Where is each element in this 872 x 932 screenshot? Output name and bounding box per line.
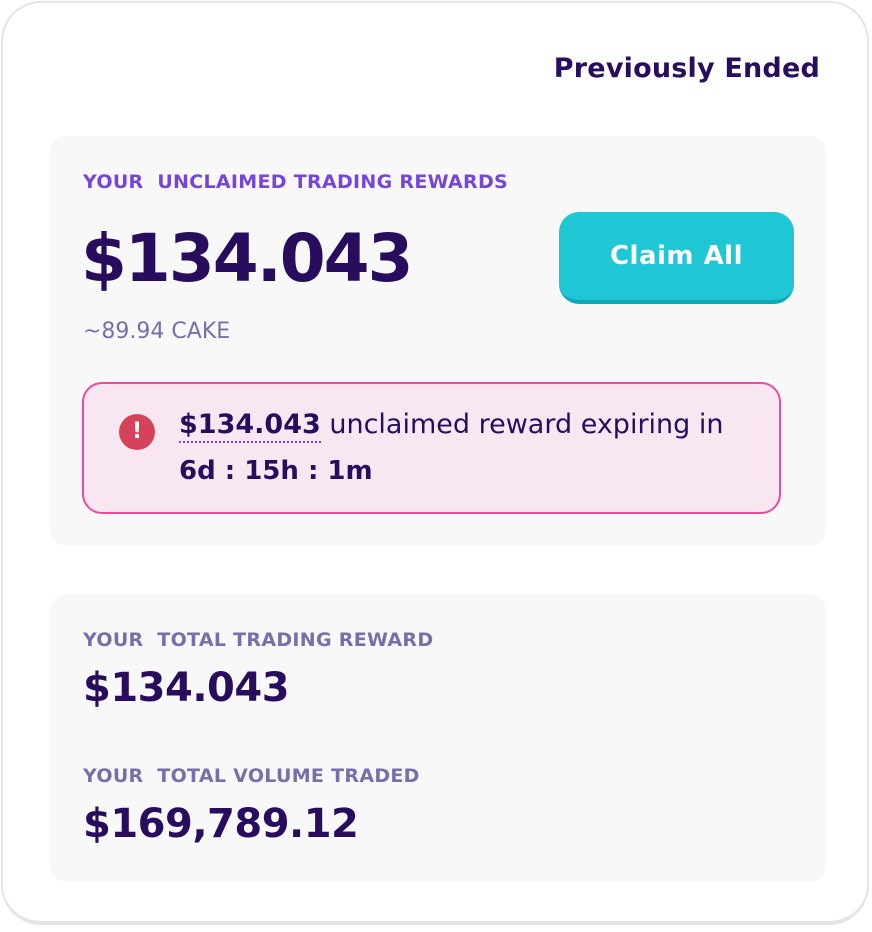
unclaimed-rewards-label: YOUR UNCLAIMED TRADING REWARDS: [83, 171, 508, 193]
unclaimed-rewards-panel: YOUR UNCLAIMED TRADING REWARDS $134.043 …: [50, 136, 826, 546]
alert-amount-tooltip-trigger[interactable]: $134.043: [179, 409, 321, 443]
exclamation-icon: !: [119, 414, 155, 450]
total-reward-amount: $134.043: [83, 665, 290, 711]
cake-equivalent: ~89.94 CAKE: [83, 319, 231, 344]
unclaimed-rewards-amount: $134.043: [81, 220, 414, 297]
alert-message-text: unclaimed reward expiring in: [320, 409, 724, 440]
section-title: Previously Ended: [553, 53, 820, 84]
total-reward-label: YOUR TOTAL TRADING REWARD: [83, 629, 434, 651]
total-volume-amount: $169,789.12: [83, 801, 359, 847]
claim-all-button[interactable]: Claim All: [559, 212, 794, 304]
expiry-countdown: 6d : 15h : 1m: [179, 456, 373, 486]
totals-panel: YOUR TOTAL TRADING REWARD $134.043 YOUR …: [50, 594, 826, 882]
total-volume-label: YOUR TOTAL VOLUME TRADED: [83, 765, 420, 787]
rewards-card: Previously Ended YOUR UNCLAIMED TRADING …: [1, 1, 869, 925]
expiry-alert: ! $134.043 unclaimed reward expiring in …: [82, 382, 781, 514]
alert-message: $134.043 unclaimed reward expiring in: [179, 409, 724, 443]
